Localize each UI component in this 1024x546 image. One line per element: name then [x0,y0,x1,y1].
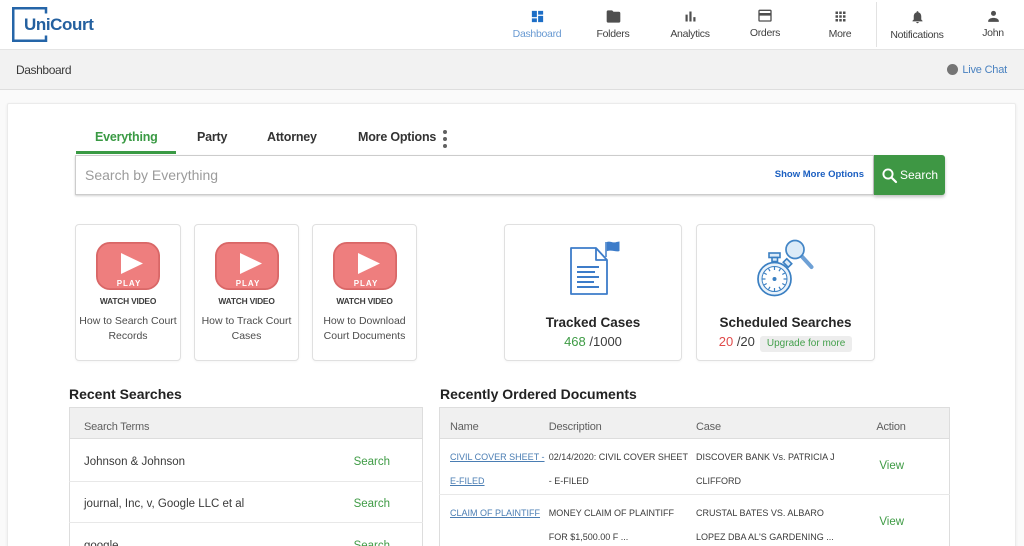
svg-text:PLAY: PLAY [235,279,260,288]
svg-text:PLAY: PLAY [353,279,378,288]
svg-text:PLAY: PLAY [117,279,142,288]
